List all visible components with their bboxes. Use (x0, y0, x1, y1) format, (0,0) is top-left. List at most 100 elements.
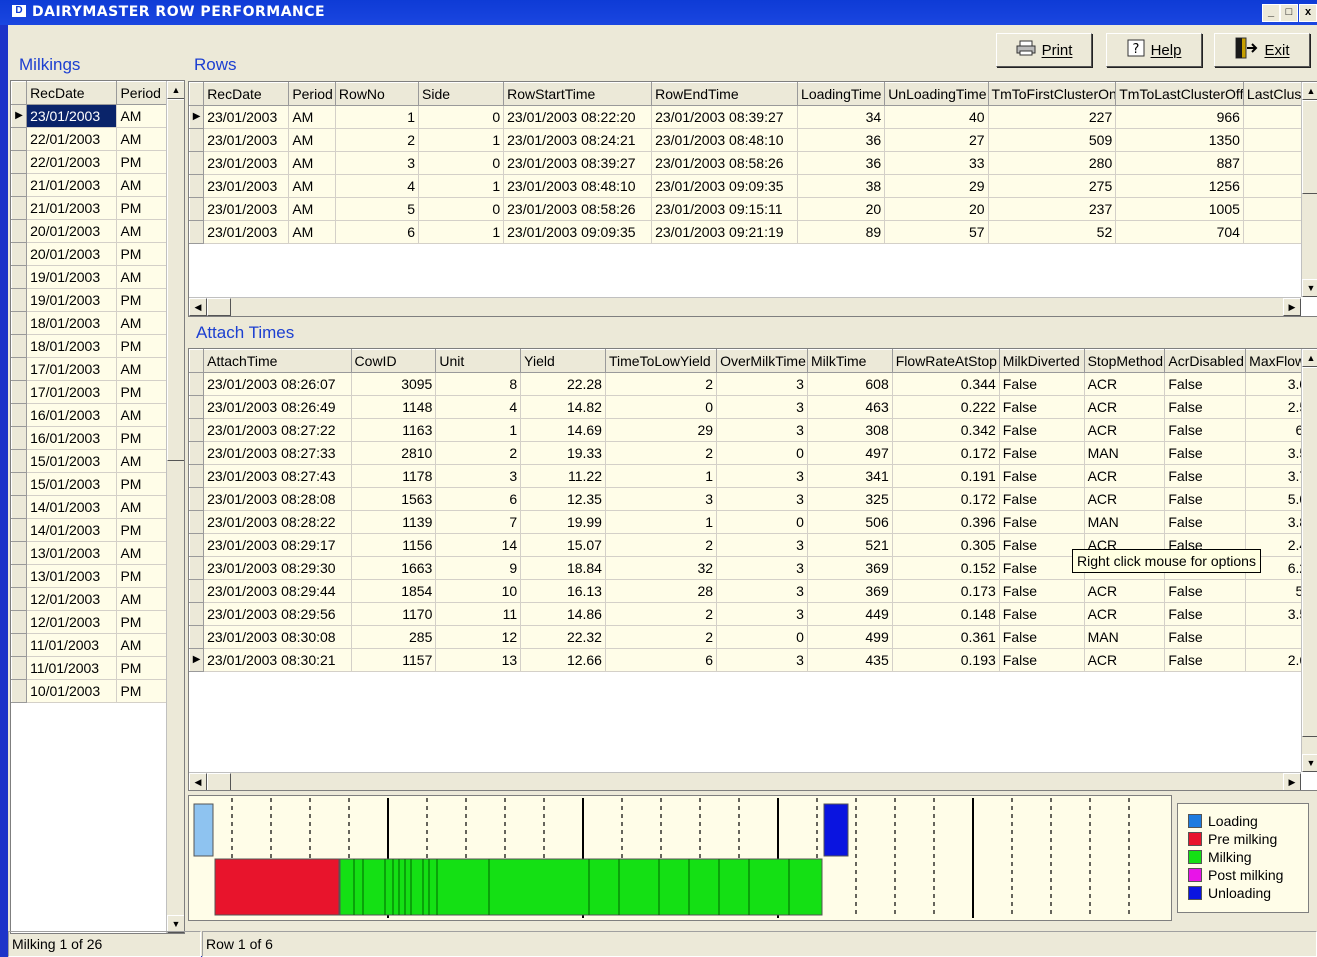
milkings-row[interactable]: 11/01/2003AM (12, 634, 167, 657)
attach-grid-cell[interactable]: False (1165, 442, 1246, 465)
rows-grid-row[interactable]: ▶23/01/2003AM1023/01/2003 08:22:2023/01/… (190, 106, 1317, 129)
milkings-cell[interactable]: AM (117, 105, 167, 128)
attach-grid-cell[interactable]: 0.172 (892, 488, 999, 511)
rows-grid-col-header[interactable]: RecDate (204, 83, 289, 106)
attach-grid-cell[interactable]: 3 (717, 396, 808, 419)
row-indicator[interactable] (12, 220, 27, 243)
attach-grid-cell[interactable]: 0.191 (892, 465, 999, 488)
rows-grid-cell[interactable]: 1256 (1116, 175, 1244, 198)
attach-grid-row[interactable]: 23/01/2003 08:27:332810219.33204970.172F… (190, 442, 1317, 465)
attach-grid-cell[interactable]: False (999, 373, 1084, 396)
row-indicator[interactable] (12, 243, 27, 266)
attach-grid-cell[interactable]: 3 (605, 488, 716, 511)
row-indicator[interactable]: ▶ (190, 106, 204, 129)
rows-horizontal-scrollbar[interactable]: ◀ ▶ (189, 297, 1301, 316)
milkings-row[interactable]: 11/01/2003PM (12, 657, 167, 680)
rows-grid-cell[interactable]: 704 (1116, 221, 1244, 244)
attach-grid-cell[interactable]: 3 (717, 603, 808, 626)
milkings-cell[interactable]: PM (117, 611, 167, 634)
rows-grid-cell[interactable]: 887 (1116, 152, 1244, 175)
scroll-up-icon[interactable]: ▲ (167, 81, 185, 99)
attach-grid-row[interactable]: ▶23/01/2003 08:30:2111571312.66634350.19… (190, 649, 1317, 672)
rows-grid-cell[interactable]: AM (289, 175, 336, 198)
attach-grid-cell[interactable]: 23/01/2003 08:27:22 (204, 419, 351, 442)
attach-grid-cell[interactable]: False (999, 511, 1084, 534)
scroll-thumb[interactable] (1302, 367, 1317, 737)
rows-grid-col-header[interactable]: Side (419, 83, 504, 106)
attach-horizontal-scrollbar[interactable]: ◀ ▶ (189, 772, 1301, 791)
attach-grid-cell[interactable]: 463 (807, 396, 892, 419)
rows-vertical-scrollbar[interactable]: ▲ ▼ (1301, 82, 1317, 297)
row-indicator[interactable] (12, 519, 27, 542)
attach-grid-cell[interactable]: 3095 (351, 373, 436, 396)
attach-grid-cell[interactable]: False (1165, 649, 1246, 672)
attach-grid-col-header[interactable]: CowID (351, 350, 436, 373)
attach-grid-cell[interactable]: 22.28 (521, 373, 606, 396)
attach-grid-cell[interactable]: 1148 (351, 396, 436, 419)
attach-grid-cell[interactable]: 23/01/2003 08:29:44 (204, 580, 351, 603)
attach-grid-cell[interactable]: ACR (1084, 603, 1165, 626)
rows-grid-cell[interactable]: 40 (885, 106, 988, 129)
rows-grid-cell[interactable]: 20 (798, 198, 885, 221)
milkings-cell[interactable]: PM (117, 381, 167, 404)
rows-grid-cell[interactable]: 23/01/2003 09:09:35 (652, 175, 798, 198)
attach-grid-cell[interactable]: 2 (605, 603, 716, 626)
rows-grid-cell[interactable]: 36 (798, 129, 885, 152)
row-timeline-chart[interactable] (188, 795, 1172, 921)
attach-grid-cell[interactable]: False (1165, 580, 1246, 603)
rows-grid-col-header[interactable]: RowEndTime (652, 83, 798, 106)
milkings-row[interactable]: 12/01/2003PM (12, 611, 167, 634)
milkings-cell[interactable]: 23/01/2003 (27, 105, 117, 128)
attach-grid-cell[interactable]: 19.33 (521, 442, 606, 465)
attach-grid-row[interactable]: 23/01/2003 08:29:4418541016.132833690.17… (190, 580, 1317, 603)
rows-grid-cell[interactable]: 1 (419, 221, 504, 244)
milkings-row[interactable]: 20/01/2003PM (12, 243, 167, 266)
milkings-cell[interactable]: PM (117, 151, 167, 174)
rows-grid-row[interactable]: 23/01/2003AM5023/01/2003 08:58:2623/01/2… (190, 198, 1317, 221)
milkings-cell[interactable]: 16/01/2003 (27, 427, 117, 450)
rows-grid-cell[interactable]: 23/01/2003 (204, 129, 289, 152)
attach-grid-cell[interactable]: 23/01/2003 08:26:07 (204, 373, 351, 396)
row-indicator[interactable] (190, 373, 204, 396)
rows-grid-col-header[interactable]: RowStartTime (504, 83, 652, 106)
milkings-row[interactable]: 13/01/2003AM (12, 542, 167, 565)
attach-grid-cell[interactable]: 9 (436, 557, 521, 580)
attach-grid-cell[interactable]: 1178 (351, 465, 436, 488)
milkings-cell[interactable]: 12/01/2003 (27, 611, 117, 634)
milkings-row[interactable]: 19/01/2003AM (12, 266, 167, 289)
rows-grid-cell[interactable]: 23/01/2003 (204, 106, 289, 129)
rows-grid-cell[interactable]: 1 (419, 175, 504, 198)
milkings-cell[interactable]: 20/01/2003 (27, 243, 117, 266)
attach-grid-cell[interactable]: ACR (1084, 396, 1165, 419)
attach-grid-cell[interactable]: 308 (807, 419, 892, 442)
rows-grid-cell[interactable]: 3 (335, 152, 418, 175)
rows-grid-cell[interactable]: 227 (988, 106, 1116, 129)
row-indicator[interactable] (12, 450, 27, 473)
attach-grid-cell[interactable]: 1170 (351, 603, 436, 626)
rows-grid-cell[interactable]: 23/01/2003 08:48:10 (652, 129, 798, 152)
row-indicator[interactable] (190, 221, 204, 244)
rows-grid-cell[interactable]: 1350 (1116, 129, 1244, 152)
rows-grid-cell[interactable]: 966 (1116, 106, 1244, 129)
row-indicator[interactable] (12, 381, 27, 404)
row-indicator[interactable] (190, 419, 204, 442)
attach-grid-cell[interactable]: 0.344 (892, 373, 999, 396)
milkings-row[interactable]: 21/01/2003PM (12, 197, 167, 220)
milkings-cell[interactable]: PM (117, 680, 167, 703)
row-indicator[interactable] (12, 358, 27, 381)
rows-grid-cell[interactable]: 1 (335, 106, 418, 129)
attach-grid-cell[interactable]: False (999, 465, 1084, 488)
scroll-thumb[interactable] (207, 298, 231, 316)
attach-grid-col-header[interactable]: MilkDiverted (999, 350, 1084, 373)
row-indicator[interactable] (12, 496, 27, 519)
attach-grid-col-header[interactable]: FlowRateAtStop (892, 350, 999, 373)
rows-grid-cell[interactable]: AM (289, 221, 336, 244)
rows-grid-cell[interactable]: 23/01/2003 09:15:11 (652, 198, 798, 221)
attach-grid-cell[interactable]: 23/01/2003 08:30:08 (204, 626, 351, 649)
scroll-thumb[interactable] (207, 773, 231, 791)
milkings-row[interactable]: ▶23/01/2003AM (12, 105, 167, 128)
milkings-cell[interactable]: PM (117, 519, 167, 542)
attach-grid-cell[interactable]: 23/01/2003 08:29:30 (204, 557, 351, 580)
milkings-cell[interactable]: AM (117, 588, 167, 611)
rows-grid-row[interactable]: 23/01/2003AM6123/01/2003 09:09:3523/01/2… (190, 221, 1317, 244)
